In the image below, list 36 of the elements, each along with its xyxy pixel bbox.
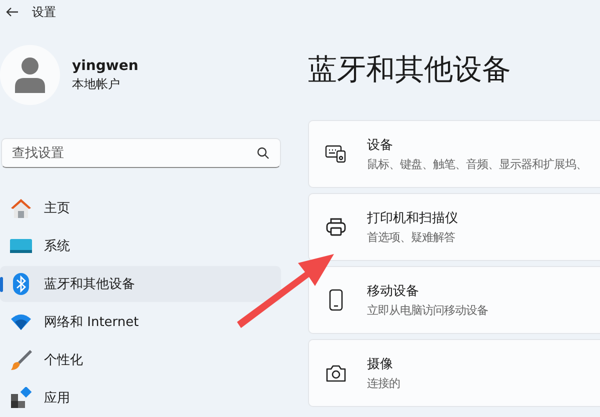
back-icon[interactable] <box>6 7 18 17</box>
monitor-icon <box>10 238 32 254</box>
nav-item[interactable]: 个性化 <box>0 342 281 378</box>
card-description: 首选项、疑难解答 <box>367 230 456 245</box>
camera-icon <box>325 363 347 383</box>
search-icon <box>257 147 269 159</box>
settings-card[interactable]: 打印机和扫描仪 首选项、疑难解答 <box>308 193 600 261</box>
card-description: 立即从电脑访问移动设备 <box>367 303 488 318</box>
printer-icon <box>325 217 347 237</box>
card-title: 打印机和扫描仪 <box>367 210 458 227</box>
phone-icon <box>329 289 343 311</box>
card-description: 连接的 <box>367 376 400 391</box>
settings-card[interactable]: 设备 鼠标、键盘、触笔、音频、显示器和扩展坞、 <box>308 120 600 188</box>
card-description: 鼠标、键盘、触笔、音频、显示器和扩展坞、 <box>367 157 587 172</box>
card-title: 移动设备 <box>367 283 420 300</box>
wifi-icon <box>10 313 32 331</box>
nav-item[interactable]: 网络和 Internet <box>0 304 281 340</box>
paintbrush-icon <box>10 349 32 371</box>
keyboard-speaker-icon <box>325 144 347 164</box>
page-title: 蓝牙和其他设备 <box>308 51 512 87</box>
home-icon <box>10 197 32 219</box>
card-title: 摄像 <box>367 356 394 373</box>
nav-item[interactable]: 蓝牙和其他设备 <box>0 266 281 302</box>
nav-item[interactable]: 主页 <box>0 190 281 226</box>
bluetooth-icon <box>13 273 29 295</box>
nav-item[interactable]: 应用 <box>0 380 281 416</box>
apps-icon <box>10 387 32 409</box>
account-type: 本地帐户 <box>72 76 121 92</box>
settings-card[interactable]: 移动设备 立即从电脑访问移动设备 <box>308 266 600 334</box>
nav-item[interactable]: 系统 <box>0 228 281 264</box>
user-name: yingwen <box>72 58 138 74</box>
card-title: 设备 <box>367 137 394 154</box>
window-title: 设置 <box>32 4 56 20</box>
search-field[interactable]: 查找设置 <box>1 138 281 168</box>
settings-card[interactable]: 摄像 连接的 <box>308 339 600 407</box>
selection-indicator <box>0 277 3 292</box>
